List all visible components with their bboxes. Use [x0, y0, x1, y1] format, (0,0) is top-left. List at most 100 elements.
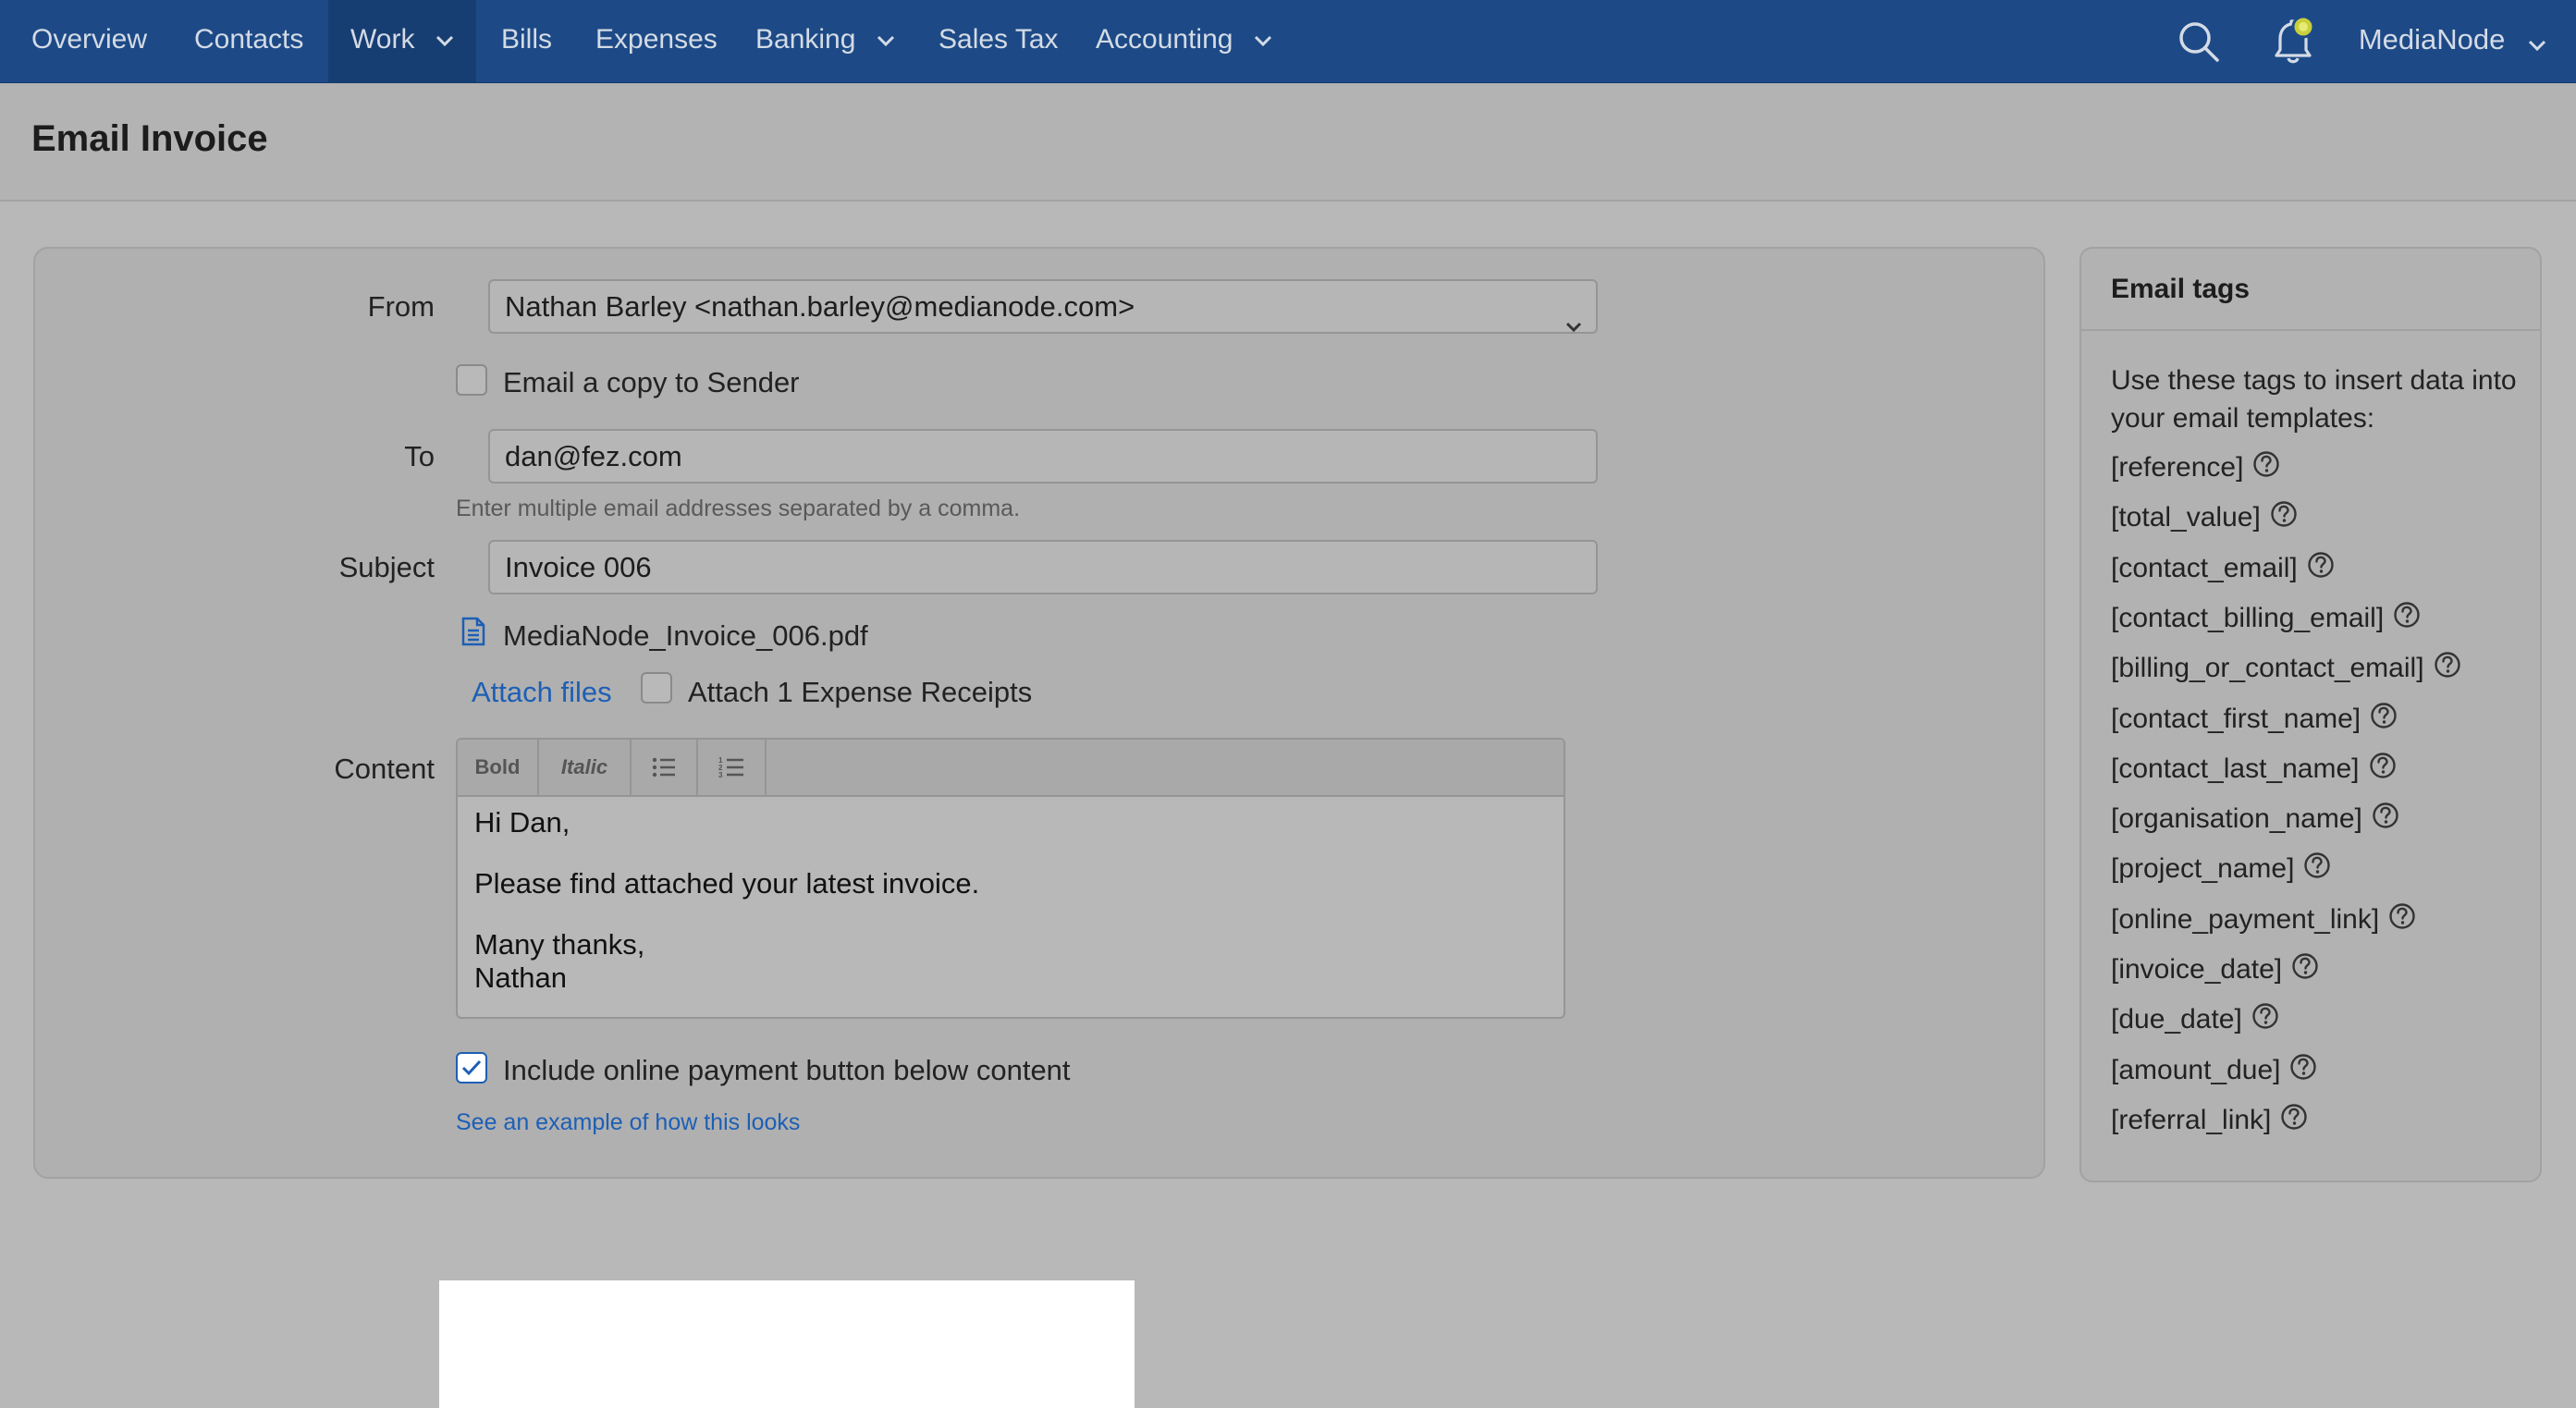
help-icon[interactable]: [2393, 601, 2421, 636]
chevron-down-icon: [435, 35, 454, 47]
email-tag-label: [project_name]: [2111, 853, 2295, 885]
nav-item-contacts[interactable]: Contacts: [172, 0, 325, 82]
check-icon: [461, 1059, 482, 1076]
to-input[interactable]: dan@fez.com: [488, 429, 1598, 484]
nav-item-banking[interactable]: Banking: [733, 0, 917, 82]
help-icon[interactable]: [2369, 752, 2397, 787]
help-icon[interactable]: [2251, 1002, 2279, 1037]
help-icon[interactable]: [2291, 952, 2319, 987]
content-label: Content: [334, 753, 435, 785]
account-name: MediaNode: [2358, 23, 2506, 55]
from-select[interactable]: Nathan Barley <nathan.barley@medianode.c…: [488, 279, 1598, 334]
email-form-panel: From Nathan Barley <nathan.barley@median…: [33, 247, 2045, 1408]
subject-input[interactable]: Invoice 006: [488, 540, 1598, 594]
email-tag-label: [invoice_date]: [2111, 954, 2283, 985]
email-tag[interactable]: [reference]: [2111, 450, 2280, 485]
help-icon[interactable]: [2372, 802, 2399, 837]
content-greeting: Hi Dan,: [474, 806, 570, 839]
email-tag[interactable]: [contact_email]: [2111, 551, 2335, 586]
help-icon[interactable]: [2307, 551, 2335, 586]
editor-content[interactable]: Hi Dan, Please find attached your latest…: [474, 806, 1547, 995]
email-tag-label: [amount_due]: [2111, 1054, 2281, 1085]
email-tag[interactable]: [invoice_date]: [2111, 952, 2319, 987]
content-signoff: Many thanks,: [474, 928, 645, 961]
from-label: From: [367, 290, 435, 323]
nav-item-expenses[interactable]: Expenses: [573, 0, 740, 82]
top-navigation: Overview Contacts Work Bills Expenses Ba…: [0, 0, 2576, 83]
help-icon[interactable]: [2289, 1053, 2317, 1088]
attach-receipts-label: Attach 1 Expense Receipts: [688, 676, 1033, 708]
example-link[interactable]: See an example of how this looks: [456, 1109, 800, 1136]
nav-item-overview[interactable]: Overview: [9, 0, 169, 82]
email-tag[interactable]: [contact_first_name]: [2111, 702, 2398, 737]
bold-button[interactable]: Bold: [458, 740, 539, 795]
email-tag-label: [organisation_name]: [2111, 803, 2362, 835]
email-tag[interactable]: [project_name]: [2111, 851, 2331, 887]
to-hint: Enter multiple email addresses separated…: [456, 496, 1021, 521]
nav-item-bills[interactable]: Bills: [479, 0, 574, 82]
help-icon[interactable]: [2370, 702, 2398, 737]
subject-label: Subject: [338, 551, 435, 583]
email-tag[interactable]: [referral_link]: [2111, 1103, 2308, 1138]
email-tag-label: [billing_or_contact_email]: [2111, 653, 2424, 684]
email-tag-label: [due_date]: [2111, 1004, 2242, 1035]
copy-sender-label: Email a copy to Sender: [503, 366, 800, 398]
bell-icon[interactable]: [2265, 0, 2323, 82]
help-icon[interactable]: [2388, 902, 2416, 937]
nav-item-sales-tax[interactable]: Sales Tax: [916, 0, 1081, 82]
help-icon[interactable]: [2252, 450, 2280, 485]
email-tag-label: [contact_email]: [2111, 552, 2298, 583]
nav-item-label: Banking: [755, 24, 856, 55]
payment-button-checkbox[interactable]: [456, 1052, 487, 1084]
email-tag[interactable]: [due_date]: [2111, 1002, 2279, 1037]
nav-item-label: Work: [350, 24, 415, 55]
numbered-list-icon: 123: [718, 756, 743, 778]
account-menu[interactable]: MediaNode: [2359, 0, 2576, 82]
from-select-value: Nathan Barley <nathan.barley@medianode.c…: [505, 290, 1135, 323]
help-icon[interactable]: [2270, 500, 2298, 535]
email-tag-label: [contact_billing_email]: [2111, 602, 2385, 633]
bullet-list-button[interactable]: [632, 740, 698, 795]
attachment-filename[interactable]: MediaNode_Invoice_006.pdf: [503, 619, 868, 653]
chevron-down-icon: [1564, 299, 1583, 349]
divider: [2081, 329, 2540, 331]
nav-item-label: Accounting: [1096, 24, 1233, 55]
subject-input-value: Invoice 006: [505, 551, 652, 583]
email-tag[interactable]: [contact_last_name]: [2111, 752, 2397, 787]
italic-button[interactable]: Italic: [539, 740, 632, 795]
email-tag-label: [total_value]: [2111, 502, 2261, 533]
email-tag-label: [contact_last_name]: [2111, 753, 2360, 784]
email-tag[interactable]: [online_payment_link]: [2111, 902, 2416, 937]
help-icon[interactable]: [2280, 1103, 2308, 1138]
copy-sender-checkbox[interactable]: [456, 364, 487, 396]
help-icon[interactable]: [2303, 851, 2331, 887]
email-tag[interactable]: [billing_or_contact_email]: [2111, 651, 2461, 686]
email-tag[interactable]: [total_value]: [2111, 500, 2298, 535]
nav-item-label: Bills: [501, 24, 553, 55]
page-header: Email Invoice: [0, 83, 2576, 202]
help-icon[interactable]: [2434, 651, 2461, 686]
attach-receipts-checkbox[interactable]: [641, 672, 672, 704]
to-input-value: dan@fez.com: [505, 440, 682, 472]
email-tag-label: [contact_first_name]: [2111, 703, 2361, 734]
content-editor[interactable]: Bold Italic 123 Hi Dan, Please find atta…: [456, 738, 1565, 1019]
page-title: Email Invoice: [31, 118, 268, 159]
nav-item-accounting[interactable]: Accounting: [1073, 0, 1294, 82]
email-tag[interactable]: [contact_billing_email]: [2111, 601, 2421, 636]
nav-item-label: Contacts: [194, 24, 304, 55]
attach-files-link[interactable]: Attach files: [472, 676, 612, 709]
email-tag-label: [referral_link]: [2111, 1104, 2272, 1135]
email-tag[interactable]: [organisation_name]: [2111, 802, 2399, 837]
chevron-down-icon: [2528, 2, 2546, 81]
document-icon: [461, 617, 485, 654]
email-tag-label: [online_payment_link]: [2111, 903, 2380, 935]
editor-toolbar: Bold Italic 123: [458, 740, 1564, 797]
payment-button-label: Include online payment button below cont…: [503, 1054, 1071, 1086]
search-icon[interactable]: [2177, 0, 2220, 82]
email-tag[interactable]: [amount_due]: [2111, 1053, 2317, 1088]
email-tag-label: [reference]: [2111, 452, 2244, 483]
nav-item-label: Overview: [31, 24, 148, 55]
chevron-down-icon: [1254, 35, 1272, 47]
nav-item-work[interactable]: Work: [328, 0, 476, 82]
numbered-list-button[interactable]: 123: [698, 740, 767, 795]
